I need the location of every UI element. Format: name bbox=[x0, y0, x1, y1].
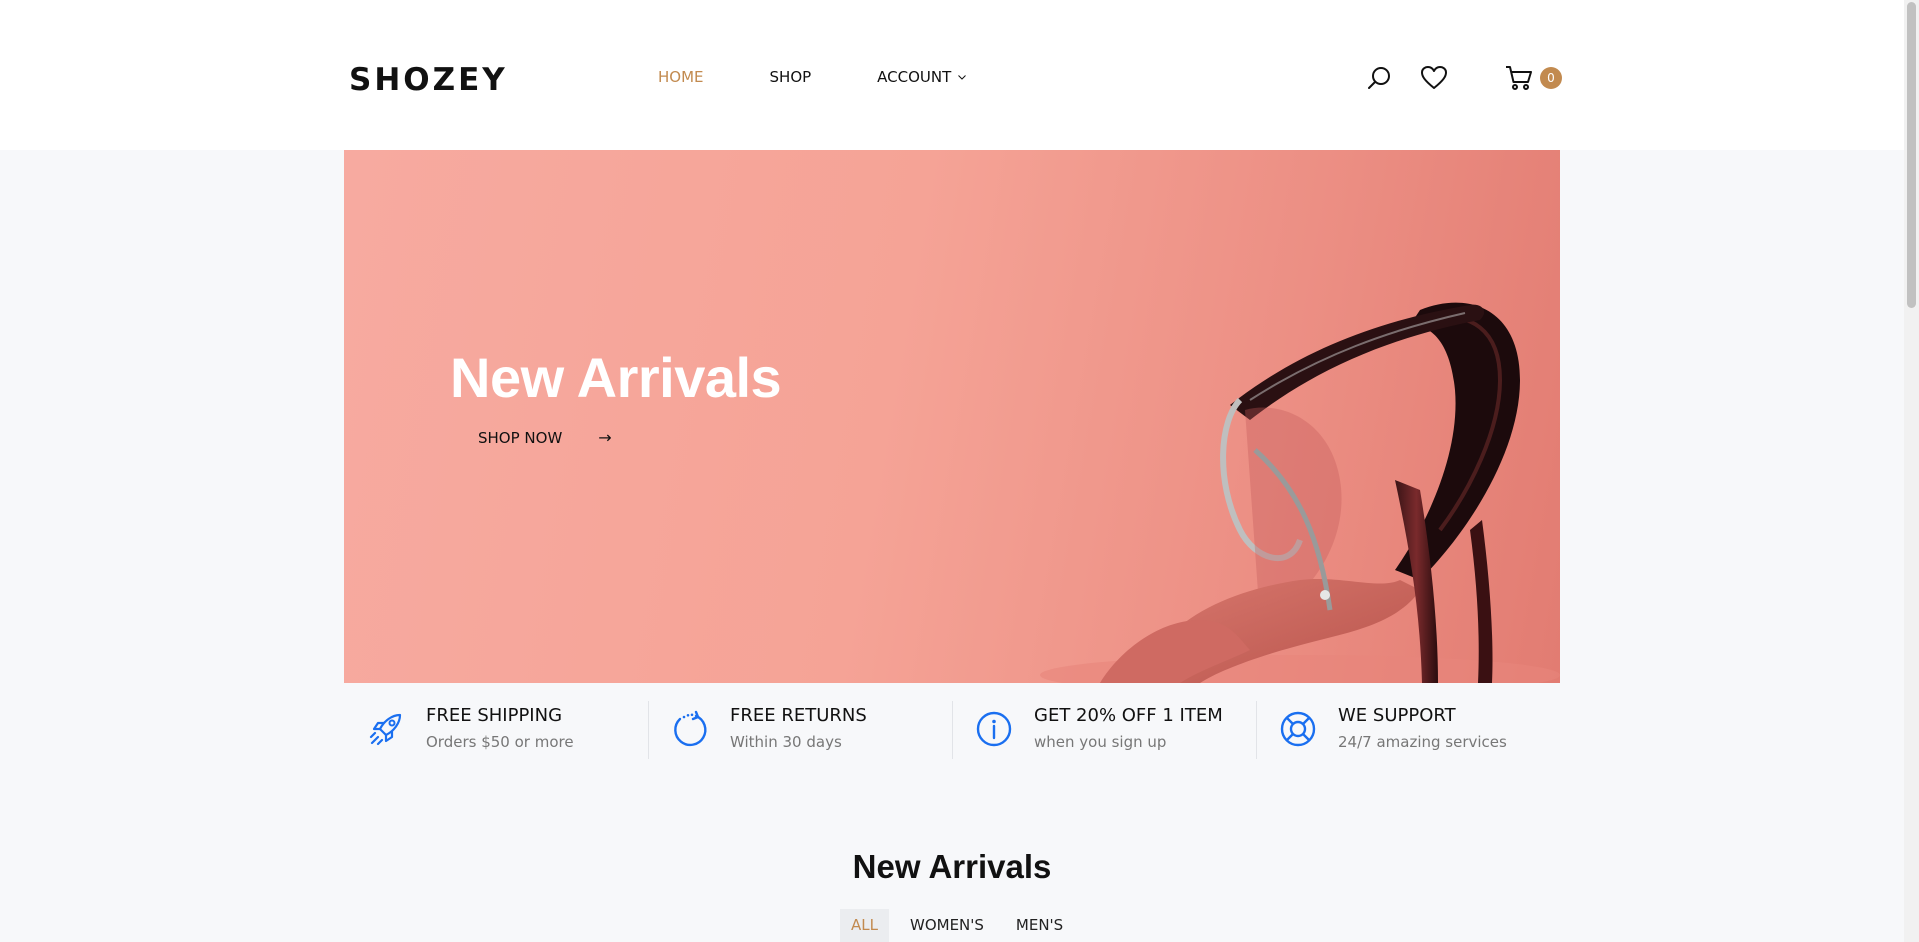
search-icon[interactable] bbox=[1365, 64, 1393, 92]
returns-icon bbox=[674, 710, 707, 747]
nav-home[interactable]: HOME bbox=[658, 68, 704, 86]
nav-shop-label: SHOP bbox=[769, 68, 812, 86]
product-filter-tabs: ALL WOMEN'S MEN'S bbox=[840, 909, 1084, 942]
site-logo[interactable]: SHOZEY bbox=[349, 62, 508, 98]
info-icon bbox=[976, 711, 1012, 747]
section-title: New Arrivals bbox=[852, 848, 1052, 885]
feature-support: WE SUPPORT 24/7 amazing services bbox=[1256, 683, 1560, 783]
feature-title: WE SUPPORT bbox=[1338, 705, 1456, 726]
feature-free-shipping: FREE SHIPPING Orders $50 or more bbox=[344, 683, 648, 783]
heart-icon[interactable] bbox=[1420, 64, 1448, 92]
arrow-right-icon: → bbox=[598, 428, 612, 447]
nav-home-label: HOME bbox=[658, 68, 704, 86]
nav-shop[interactable]: SHOP bbox=[770, 68, 812, 86]
feature-subtitle: when you sign up bbox=[1034, 733, 1167, 751]
page-scrollbar[interactable] bbox=[1904, 0, 1919, 942]
filter-mens[interactable]: MEN'S bbox=[1005, 909, 1074, 942]
hero-banner: New Arrivals SHOP NOW → bbox=[344, 150, 1560, 683]
rocket-icon bbox=[369, 713, 402, 746]
feature-subtitle: 24/7 amazing services bbox=[1338, 733, 1507, 751]
main-nav: HOME SHOP ACCOUNT bbox=[658, 68, 1033, 86]
hero-title: New Arrivals bbox=[450, 346, 782, 409]
lifebuoy-icon bbox=[1280, 711, 1316, 747]
feature-free-returns: FREE RETURNS Within 30 days bbox=[648, 683, 952, 783]
shop-now-button[interactable]: SHOP NOW → bbox=[478, 428, 612, 447]
feature-subtitle: Orders $50 or more bbox=[426, 733, 574, 751]
shop-now-label: SHOP NOW bbox=[478, 428, 563, 447]
filter-womens[interactable]: WOMEN'S bbox=[899, 909, 995, 942]
filter-all[interactable]: ALL bbox=[840, 909, 889, 942]
cart-count-badge: 0 bbox=[1540, 67, 1562, 89]
site-header: SHOZEY HOME SHOP ACCOUNT 0 bbox=[0, 0, 1904, 150]
feature-title: FREE SHIPPING bbox=[426, 705, 563, 726]
cart-icon[interactable] bbox=[1505, 64, 1533, 92]
feature-subtitle: Within 30 days bbox=[730, 733, 842, 751]
feature-title: GET 20% OFF 1 ITEM bbox=[1034, 705, 1223, 726]
nav-account-label: ACCOUNT bbox=[877, 68, 952, 86]
feature-title: FREE RETURNS bbox=[730, 705, 867, 726]
high-heel-shoe-image bbox=[1040, 302, 1560, 683]
nav-account[interactable]: ACCOUNT bbox=[877, 68, 967, 86]
scrollbar-thumb[interactable] bbox=[1907, 2, 1916, 308]
chevron-down-icon bbox=[958, 75, 967, 80]
feature-discount: GET 20% OFF 1 ITEM when you sign up bbox=[952, 683, 1256, 783]
features-bar: FREE SHIPPING Orders $50 or more FREE RE… bbox=[344, 683, 1560, 783]
